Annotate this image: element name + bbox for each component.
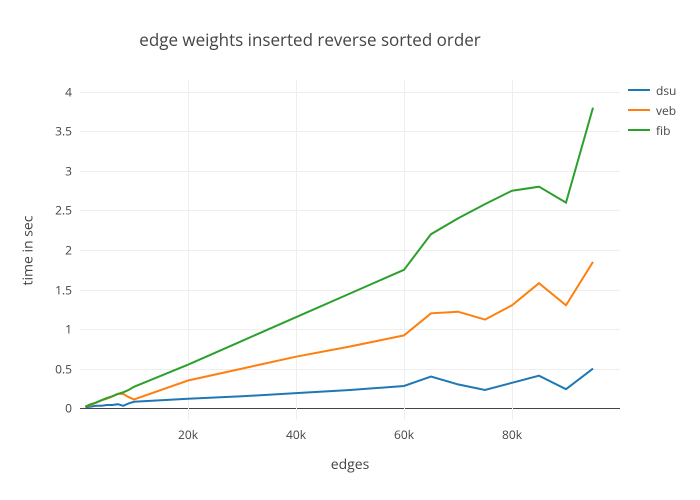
x-tick-label: 60k: [394, 426, 414, 443]
legend-item-fib[interactable]: fib: [628, 120, 676, 140]
y-axis-label: time in sec: [18, 80, 38, 420]
legend-swatch: [628, 129, 650, 131]
series-line-dsu: [85, 369, 593, 408]
y-tick-label: 0.5: [32, 360, 72, 377]
legend-label: dsu: [656, 82, 676, 99]
legend-item-veb[interactable]: veb: [628, 100, 676, 120]
y-tick-label: 2.5: [32, 202, 72, 219]
plot-area: 00.511.522.533.5420k40k60k80k edges time…: [80, 80, 620, 420]
series-line-veb: [85, 262, 593, 407]
x-tick-label: 40k: [286, 426, 306, 443]
chart-lines: [80, 80, 620, 420]
x-tick-label: 80k: [502, 426, 522, 443]
y-tick-label: 0: [32, 400, 72, 417]
legend-swatch: [628, 89, 650, 91]
legend-item-dsu[interactable]: dsu: [628, 80, 676, 100]
y-tick-label: 2: [32, 242, 72, 259]
legend-label: veb: [656, 102, 676, 119]
legend-label: fib: [656, 122, 670, 139]
series-line-fib: [85, 108, 593, 407]
x-tick-label: 20k: [178, 426, 198, 443]
x-axis-label: edges: [80, 455, 620, 474]
y-tick-label: 1: [32, 321, 72, 338]
y-tick-label: 1.5: [32, 281, 72, 298]
legend: dsu veb fib: [628, 80, 676, 140]
y-tick-label: 3.5: [32, 123, 72, 140]
chart-title: edge weights inserted reverse sorted ord…: [0, 28, 620, 51]
y-tick-label: 4: [32, 83, 72, 100]
legend-swatch: [628, 109, 650, 111]
y-tick-label: 3: [32, 162, 72, 179]
chart-container: edge weights inserted reverse sorted ord…: [0, 0, 700, 500]
